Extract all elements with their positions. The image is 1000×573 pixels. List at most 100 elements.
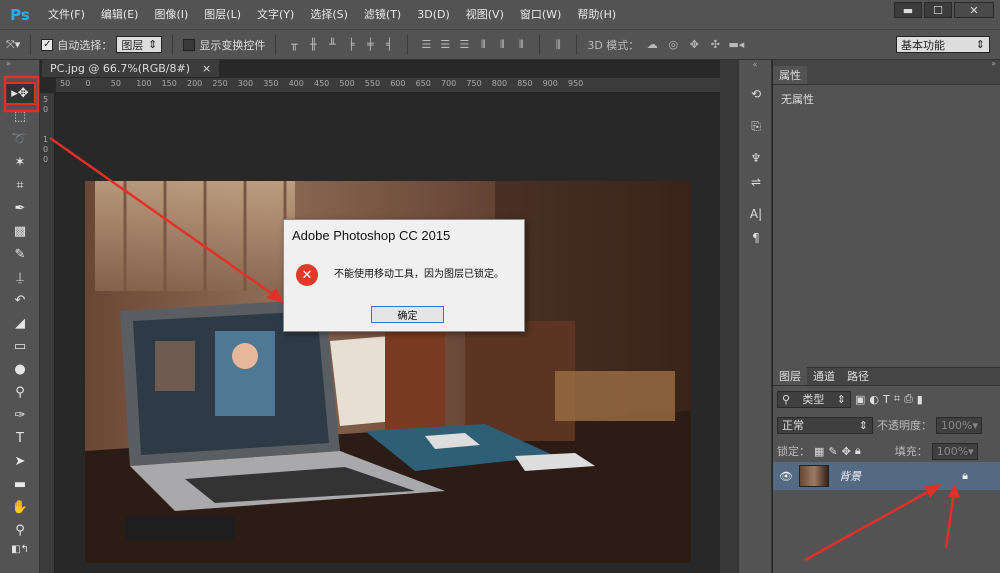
blur-tool[interactable]: ● [0,358,40,381]
3d-pan-icon[interactable]: ✥ [686,37,702,53]
lock-transparent-icon[interactable]: ▦ [814,445,824,458]
collapse-icon[interactable]: » [773,60,1000,68]
pen-tool[interactable]: ✑ [0,404,40,427]
lock-all-icon[interactable]: 🔒︎ [855,444,861,458]
crop-tool[interactable]: ⌗ [0,174,40,197]
adjustments-icon[interactable]: ♆ [739,146,773,170]
eraser-tool[interactable]: ◢ [0,312,40,335]
align-left-icon[interactable]: ╞ [343,37,359,53]
history-brush-tool[interactable]: ↶ [0,289,40,312]
marquee-tool[interactable]: ⬚ [0,105,40,128]
move-tool-icon[interactable]: ⤧▾ [6,38,20,52]
filter-type-icon[interactable]: T [883,393,890,406]
layer-row-background[interactable]: 👁︎ 背景 🔒︎ [773,462,1000,490]
dodge-tool[interactable]: ⚲ [0,381,40,404]
menu-layer[interactable]: 图层(L) [196,0,249,29]
distribute-hcenter-icon[interactable]: ⦀ [494,37,510,53]
hand-tool[interactable]: ✋ [0,496,40,519]
3d-orbit-icon[interactable]: ☁ [644,37,660,53]
minimize-button[interactable]: ▬ [894,2,922,18]
rect-marquee-icon: ⬚ [13,109,27,124]
auto-align-icon[interactable]: ⫼ [550,37,566,53]
menu-select[interactable]: 选择(S) [302,0,356,29]
filter-adjustment-icon[interactable]: ◐ [869,393,879,406]
color-swatches[interactable]: ◧↰ [0,542,40,556]
distribute-left-icon[interactable]: ⦀ [475,37,491,53]
tab-layers[interactable]: 图层 [773,367,807,385]
document-tab[interactable]: PC.jpg @ 66.7%(RGB/8#) × [42,60,220,77]
ok-button[interactable]: 确定 [371,306,444,323]
align-bottom-icon[interactable]: ╨ [324,37,340,53]
distribute-top-icon[interactable]: ☰ [418,37,434,53]
auto-select-dropdown[interactable]: 图层 ⇕ [116,36,163,53]
distribute-vcenter-icon[interactable]: ☰ [437,37,453,53]
align-right-icon[interactable]: ╡ [381,37,397,53]
path-select-tool[interactable]: ➤ [0,450,40,473]
align-vcenter-icon[interactable]: ╫ [305,37,321,53]
properties-empty: 无属性 [781,93,814,106]
show-transform-checkbox[interactable] [183,38,196,51]
opacity-field[interactable]: 100% ▾ [936,416,982,434]
tab-paths[interactable]: 路径 [841,367,875,385]
layer-filter-row: ⚲ 类型 ⇕ ▣ ◐ T ⌗ ⎙ ▮ [773,386,1000,412]
rectangle-icon: ▬ [13,477,27,492]
character-panel-icon[interactable]: A| [739,202,773,226]
opacity-label: 不透明度： [877,419,932,432]
fill-field[interactable]: 100% ▾ [931,442,978,460]
blend-mode-dropdown[interactable]: 正常 ⇕ [777,416,873,434]
menu-edit[interactable]: 编辑(E) [93,0,147,29]
3d-scale-icon[interactable]: ▬◂ [728,37,744,53]
ruler-tick-label: 200 [187,79,203,88]
auto-select-checkbox[interactable]: ✓ [41,38,54,51]
move-tool[interactable]: ▸✥ [4,82,36,105]
filter-smart-object-icon[interactable]: ⎙ [904,392,913,406]
distribute-bottom-icon[interactable]: ☰ [456,37,472,53]
distribute-right-icon[interactable]: ⦀ [513,37,529,53]
layer-comps-icon[interactable]: ⇌ [739,170,773,194]
workspace-dropdown[interactable]: 基本功能 ⇕ [896,36,990,53]
close-tab-icon[interactable]: × [202,62,211,75]
eyedropper-tool[interactable]: ✒ [0,197,40,220]
lock-pixels-icon[interactable]: ✎ [828,445,837,458]
brush-tool[interactable]: ✎ [0,243,40,266]
menu-view[interactable]: 视图(V) [458,0,512,29]
layer-name[interactable]: 背景 [839,468,861,484]
zoom-tool[interactable]: ⚲ [0,519,40,542]
healing-tool[interactable]: ▩ [0,220,40,243]
type-tool[interactable]: T [0,427,40,450]
collapse-icon[interactable]: « [739,60,771,72]
3d-roll-icon[interactable]: ◎ [665,37,681,53]
quick-select-tool[interactable]: ✶ [0,151,40,174]
brush-presets-icon[interactable]: ⎘ [739,114,773,138]
divider [539,34,541,55]
gradient-tool[interactable]: ▭ [0,335,40,358]
menu-help[interactable]: 帮助(H) [569,0,624,29]
shape-tool[interactable]: ▬ [0,473,40,496]
filter-shape-icon[interactable]: ⌗ [894,392,900,406]
maximize-button[interactable]: ☐ [924,2,952,18]
kind-filter-dropdown[interactable]: ⚲ 类型 ⇕ [777,390,851,408]
filter-pixel-icon[interactable]: ▣ [855,393,865,406]
filter-toggle-icon[interactable]: ▮ [917,393,923,406]
close-button[interactable]: ✕ [954,2,994,18]
align-top-icon[interactable]: ╥ [286,37,302,53]
3d-slide-icon[interactable]: ✣ [707,37,723,53]
stamp-tool[interactable]: ⍊ [0,266,40,289]
visibility-eye-icon[interactable]: 👁︎ [773,470,799,483]
menu-type[interactable]: 文字(Y) [249,0,302,29]
paragraph-panel-icon[interactable]: ¶ [739,226,773,250]
menu-filter[interactable]: 滤镜(T) [356,0,409,29]
menu-window[interactable]: 窗口(W) [512,0,569,29]
tab-properties[interactable]: 属性 [773,66,807,84]
menu-3d[interactable]: 3D(D) [409,0,458,29]
align-hcenter-icon[interactable]: ╪ [362,37,378,53]
history-panel-icon[interactable]: ⟲ [739,82,773,106]
menu-file[interactable]: 文件(F) [40,0,93,29]
align-group: ╥ ╫ ╨ ╞ ╪ ╡ [280,30,403,59]
tab-channels[interactable]: 通道 [807,367,841,385]
3d-mode-group: 3D 模式： ☁ ◎ ✥ ✣ ▬◂ [581,30,750,59]
lasso-tool[interactable]: ➰ [0,128,40,151]
menu-image[interactable]: 图像(I) [146,0,196,29]
collapse-icon[interactable]: » [0,60,39,68]
lock-position-icon[interactable]: ✥ [842,445,851,458]
